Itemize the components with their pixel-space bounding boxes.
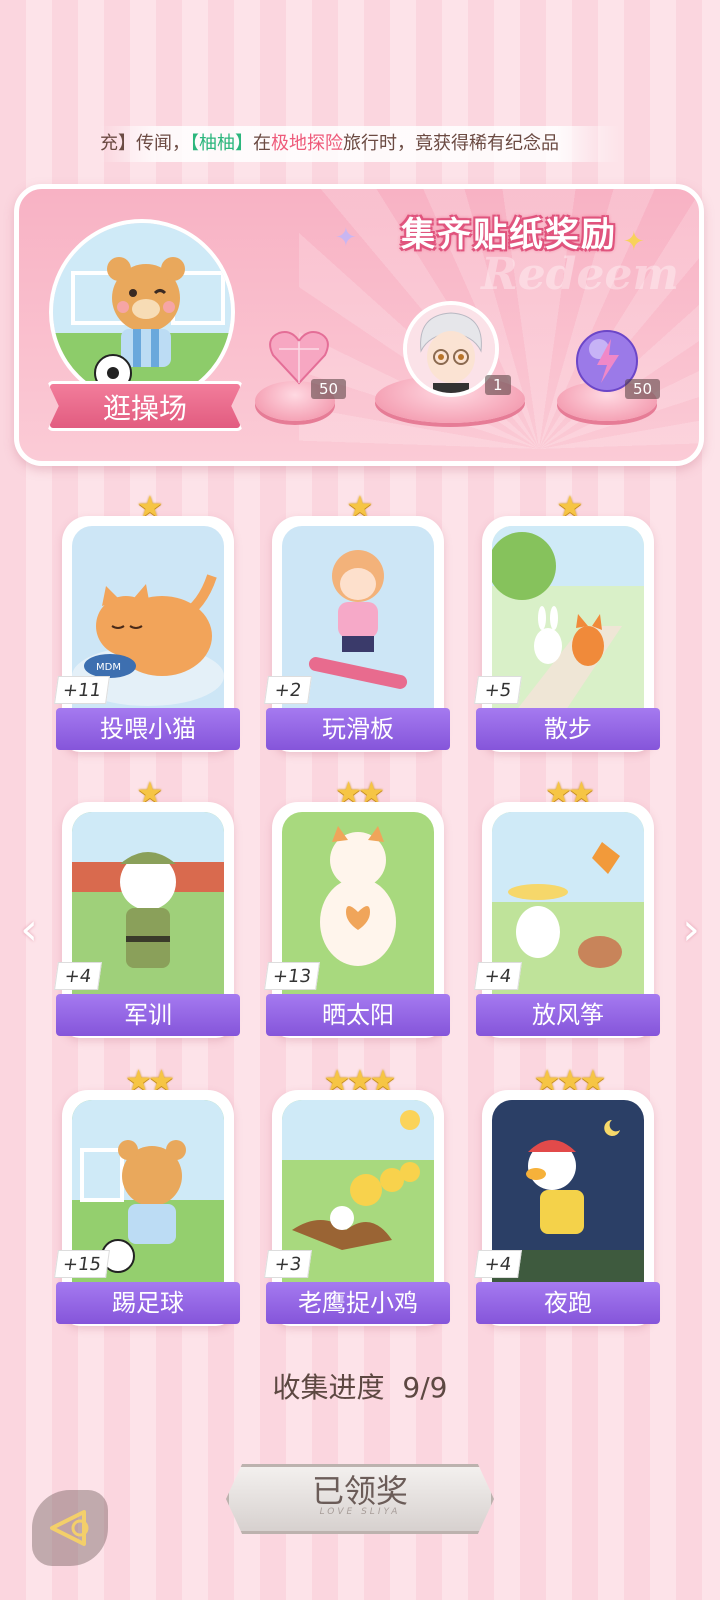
progress-label: 收集进度 — [272, 1371, 385, 1404]
card-label: 夜跑 — [476, 1282, 660, 1324]
progress-value: 9/9 — [402, 1371, 448, 1404]
card-label: 散步 — [476, 708, 660, 750]
collection-progress: 收集进度 9/9 — [0, 1366, 720, 1406]
card-label: 军训 — [56, 994, 240, 1036]
sticker-card[interactable]: ★★ +13 晒太阳 — [264, 776, 450, 1038]
sticker-card[interactable]: ★★★ +3 老鹰捉小鸡 — [264, 1064, 450, 1326]
sticker-card[interactable]: ★ +5 散步 — [474, 490, 660, 752]
marquee-suffix: 旅行时，竟获得稀有纪念品 — [343, 133, 559, 154]
marquee-place: 极地探险 — [271, 133, 343, 154]
sticker-card[interactable]: ★ +2 玩滑板 — [264, 490, 450, 752]
marquee-prefix: 充】传闻， — [100, 133, 190, 154]
card-label: 投喂小猫 — [56, 708, 240, 750]
location-label: 逛操场 — [47, 381, 243, 431]
card-label: 放风筝 — [476, 994, 660, 1036]
card-count: +13 — [264, 962, 320, 990]
sticker-card[interactable]: ★ MDM +11 投喂小猫 — [54, 490, 240, 752]
card-label: 玩滑板 — [266, 708, 450, 750]
sticker-card[interactable]: ★★★ +4 夜跑 — [474, 1064, 660, 1326]
claimed-button-sub: LOVE SLIYA — [319, 1507, 401, 1517]
card-label: 踢足球 — [56, 1282, 240, 1324]
card-count: +15 — [54, 1250, 110, 1278]
reward-count: 1 — [485, 375, 511, 395]
reward-count: 50 — [311, 379, 347, 399]
marquee-middle: 在 — [253, 133, 271, 154]
sticker-card[interactable]: ★★ +4 放风筝 — [474, 776, 660, 1038]
card-label: 晒太阳 — [266, 994, 450, 1036]
banner-title: 集齐贴纸奖励 — [401, 215, 617, 255]
card-count: +3 — [264, 1250, 312, 1278]
back-arrow-icon — [50, 1510, 89, 1546]
sticker-reward-banner: Redeem 逛操场 ✦ 集齐贴纸奖励 ✦ 50 1 50 — [14, 184, 704, 466]
location-image[interactable] — [49, 219, 235, 405]
card-count: +11 — [54, 676, 110, 704]
sticker-card[interactable]: ★ +4 军训 — [54, 776, 240, 1038]
bear-soccer-icon — [53, 223, 231, 401]
svg-text:MDM: MDM — [96, 662, 121, 673]
next-arrow-icon[interactable]: › — [676, 900, 706, 960]
card-count: +4 — [54, 962, 102, 990]
back-button[interactable] — [32, 1490, 108, 1566]
card-count: +2 — [264, 676, 312, 704]
claimed-button[interactable]: 已领奖 LOVE SLIYA — [226, 1464, 494, 1534]
marquee-user: 【柚柚】 — [190, 133, 253, 154]
card-count: +5 — [474, 676, 522, 704]
sticker-card[interactable]: ★★ +15 踢足球 — [54, 1064, 240, 1326]
card-count: +4 — [474, 962, 522, 990]
card-label: 老鹰捉小鸡 — [266, 1282, 450, 1324]
card-count: +4 — [474, 1250, 522, 1278]
announcement-marquee: 充】传闻，【柚柚】在极地探险旅行时，竟获得稀有纪念品 — [100, 126, 620, 162]
reward-count: 50 — [625, 379, 661, 399]
sparkle-icon: ✦ — [623, 227, 645, 257]
prev-arrow-icon[interactable]: ‹ — [14, 900, 44, 960]
